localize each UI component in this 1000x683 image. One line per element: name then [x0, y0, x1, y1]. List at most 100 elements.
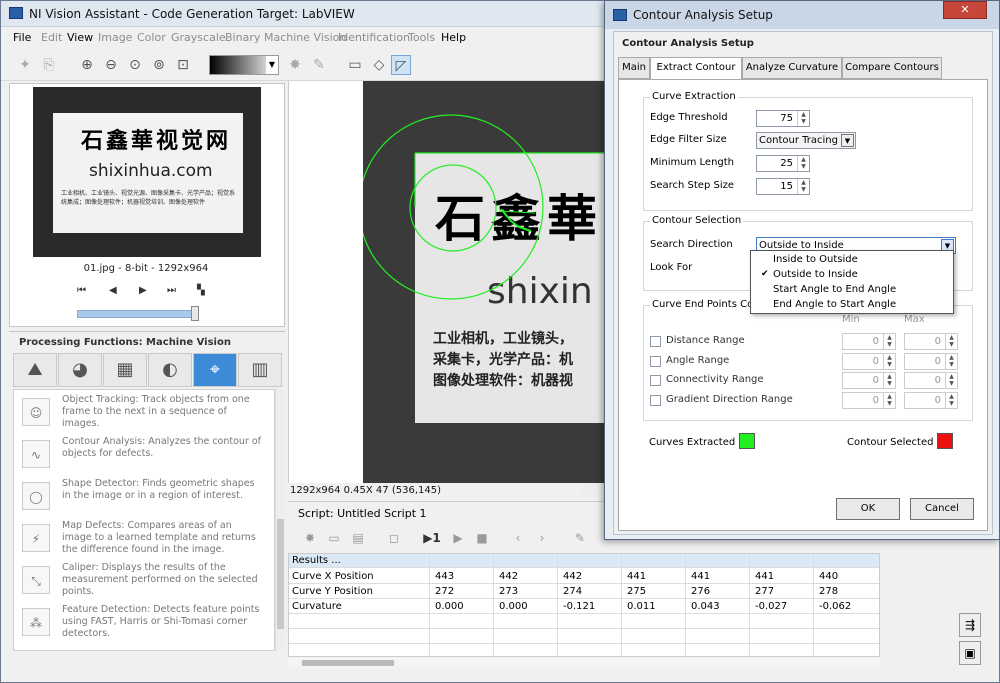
close-icon[interactable]: ✕	[943, 1, 987, 19]
spinner-arrows-icon[interactable]: ▲ ▼	[797, 111, 809, 126]
pen-icon[interactable]: ✎	[309, 55, 329, 75]
function-map-defects[interactable]: ⚡ Map Defects: Compares areas of an imag…	[14, 520, 272, 562]
save-results-icon[interactable]: ▣	[959, 641, 981, 665]
inner-roi-circle[interactable]	[409, 164, 497, 252]
tab-main[interactable]: Main	[618, 57, 650, 79]
gradient-direction-range-checkbox[interactable]	[650, 395, 661, 406]
edge-threshold-input[interactable]: 75 ▲ ▼	[756, 110, 810, 127]
function-list-scrollbar[interactable]	[275, 389, 285, 651]
tab-analyze-curvature[interactable]: Analyze Curvature	[742, 57, 842, 79]
tab-color-icon[interactable]: ◕	[58, 353, 102, 387]
spinner-arrows-icon[interactable]: ▲ ▼	[945, 354, 957, 369]
polygon-tool-icon[interactable]: ◸	[391, 55, 411, 75]
spinner-arrows-icon[interactable]: ▲ ▼	[797, 179, 809, 194]
scrollbar-thumb[interactable]	[302, 660, 394, 666]
table-row[interactable]: Curve X Position 443 442 442 441 441 441…	[289, 570, 879, 584]
menu-grayscale[interactable]: Grayscale	[171, 31, 226, 44]
function-caliper[interactable]: ⤡ Caliper: Displays the results of the m…	[14, 562, 272, 604]
menu-help[interactable]: Help	[441, 31, 466, 44]
ok-button[interactable]: OK	[836, 498, 900, 520]
menu-file[interactable]: File	[13, 31, 31, 44]
open-script-icon[interactable]: ▭	[324, 531, 344, 549]
next-image-icon[interactable]: ▶	[139, 285, 147, 296]
first-image-icon[interactable]: ⏮	[77, 285, 86, 296]
roi-overlay[interactable]	[363, 81, 606, 483]
spinner-arrows-icon[interactable]: ▲ ▼	[883, 334, 895, 349]
zoom-in-icon[interactable]: ⊕	[77, 55, 97, 75]
option-inside-to-outside[interactable]: Inside to Outside	[751, 252, 953, 267]
angle-range-checkbox[interactable]	[650, 356, 661, 367]
menu-image[interactable]: Image	[98, 31, 132, 44]
function-object-tracking[interactable]: ☺ Object Tracking: Track objects from on…	[14, 394, 272, 436]
rotated-rect-tool-icon[interactable]: ◇	[369, 55, 389, 75]
zoom-out-icon[interactable]: ⊖	[101, 55, 121, 75]
menu-binary[interactable]: Binary	[225, 31, 260, 44]
last-image-icon[interactable]: ⏭	[167, 285, 176, 296]
results-scrollbar[interactable]	[288, 657, 880, 669]
image-scrollbar[interactable]	[581, 483, 606, 497]
comment-icon[interactable]: ◻	[384, 531, 404, 549]
zoom-actual-icon[interactable]: ⊚	[149, 55, 169, 75]
save-script-icon[interactable]: ▤	[348, 531, 368, 549]
step-forward-icon[interactable]: ›	[532, 531, 552, 549]
zoom-fit-icon[interactable]: ⊙	[125, 55, 145, 75]
acquire-icon[interactable]: ✦	[15, 55, 35, 75]
menu-edit[interactable]: Edit	[41, 31, 62, 44]
image-thumbnail[interactable]: 石鑫華视觉网 shixinhua.com 工业相机、工业镜头、视觉光源、图像采集…	[33, 87, 261, 257]
option-outside-to-inside[interactable]: ✔ Outside to Inside	[751, 267, 953, 282]
tab-grayscale-icon[interactable]: ▦	[103, 353, 147, 387]
tab-machine-vision-icon[interactable]: ⌖	[193, 353, 237, 387]
option-end-to-start-angle[interactable]: End Angle to Start Angle	[751, 297, 953, 312]
gradient-max-input[interactable]: 0 ▲ ▼	[904, 392, 958, 409]
menu-color[interactable]: Color	[137, 31, 166, 44]
tab-binary-icon[interactable]: ◐	[148, 353, 192, 387]
distance-max-input[interactable]: 0 ▲ ▼	[904, 333, 958, 350]
image-slider-handle[interactable]	[191, 306, 199, 321]
table-row[interactable]: Curvature 0.000 0.000 -0.121 0.011 0.043…	[289, 600, 879, 614]
magic-wand-icon[interactable]: ✸	[285, 55, 305, 75]
rectangle-tool-icon[interactable]: ▭	[345, 55, 365, 75]
search-step-size-input[interactable]: 15 ▲ ▼	[756, 178, 810, 195]
connectivity-min-input[interactable]: 0 ▲ ▼	[842, 372, 896, 389]
previous-image-icon[interactable]: ◀	[109, 285, 117, 296]
edge-filter-size-select[interactable]: Contour Tracing ▼	[756, 132, 856, 149]
palette-select[interactable]: ▼	[209, 55, 279, 75]
menu-tools[interactable]: Tools	[408, 31, 435, 44]
stop-icon[interactable]: ■	[472, 531, 492, 549]
browse-images-icon[interactable]: ▚	[197, 285, 205, 296]
outer-roi-circle[interactable]	[363, 114, 544, 300]
run-icon[interactable]: ▶	[448, 531, 468, 549]
spinner-arrows-icon[interactable]: ▲ ▼	[945, 393, 957, 408]
cancel-button[interactable]: Cancel	[910, 498, 974, 520]
function-feature-detection[interactable]: ⁂ Feature Detection: Detects feature poi…	[14, 604, 272, 646]
export-results-icon[interactable]: ⇶	[959, 613, 981, 637]
browse-icon[interactable]: ⎘	[39, 55, 59, 75]
spinner-arrows-icon[interactable]: ▲ ▼	[883, 354, 895, 369]
new-script-icon[interactable]: ✸	[300, 531, 320, 549]
scrollbar-thumb[interactable]	[277, 519, 284, 629]
edit-step-icon[interactable]: ✎	[570, 531, 590, 549]
tab-extract-contour[interactable]: Extract Contour	[650, 57, 742, 80]
run-once-icon[interactable]: ▶1	[422, 531, 442, 549]
spinner-arrows-icon[interactable]: ▲ ▼	[883, 373, 895, 388]
connectivity-max-input[interactable]: 0 ▲ ▼	[904, 372, 958, 389]
connectivity-range-checkbox[interactable]	[650, 375, 661, 386]
tab-identification-icon[interactable]: ▥	[238, 353, 282, 387]
angle-max-input[interactable]: 0 ▲ ▼	[904, 353, 958, 370]
tab-compare-contours[interactable]: Compare Contours	[842, 57, 942, 79]
table-row[interactable]: Curve Y Position 272 273 274 275 276 277…	[289, 585, 879, 599]
distance-min-input[interactable]: 0 ▲ ▼	[842, 333, 896, 350]
distance-range-checkbox[interactable]	[650, 336, 661, 347]
minimum-length-input[interactable]: 25 ▲ ▼	[756, 155, 810, 172]
spinner-arrows-icon[interactable]: ▲ ▼	[945, 373, 957, 388]
tab-image-icon[interactable]: ⛰	[13, 353, 57, 387]
curves-extracted-color[interactable]	[739, 433, 755, 449]
spinner-arrows-icon[interactable]: ▲ ▼	[883, 393, 895, 408]
function-shape-detector[interactable]: ◯ Shape Detector: Finds geometric shapes…	[14, 478, 272, 520]
step-back-icon[interactable]: ‹	[508, 531, 528, 549]
spinner-arrows-icon[interactable]: ▲ ▼	[945, 334, 957, 349]
menu-machine-vision[interactable]: Machine Vision	[264, 31, 346, 44]
menu-view[interactable]: View	[67, 31, 93, 44]
spinner-arrows-icon[interactable]: ▲ ▼	[797, 156, 809, 171]
chevron-down-icon[interactable]: ▼	[841, 134, 854, 147]
